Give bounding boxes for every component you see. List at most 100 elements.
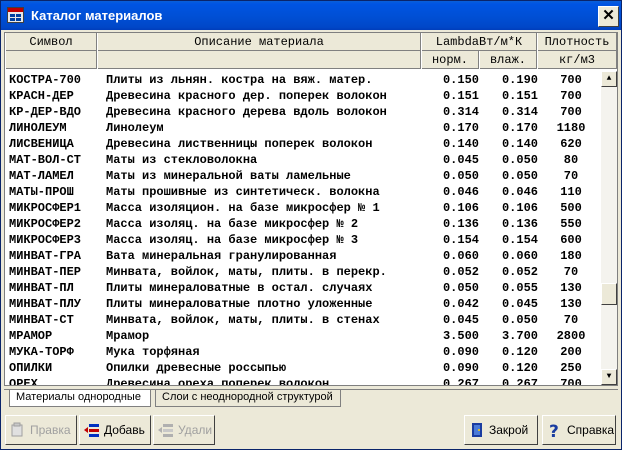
table-row[interactable]: ЛИНОЛЕУМ Линолеум 0.170 0.170 1180 xyxy=(5,120,601,136)
cell-lambda-norm: 0.140 xyxy=(442,137,479,151)
bottom-toolbar: Правка Добавь Удали Закрой ? Справка xyxy=(3,413,619,447)
table-row[interactable]: ЛИСВЕНИЦА Древесина лиственницы поперек в… xyxy=(5,136,601,152)
delete-button[interactable]: Удали xyxy=(153,415,215,445)
cell-symbol: МИНВАТ-ПЕР xyxy=(9,265,82,279)
cell-density: 700 xyxy=(560,73,582,87)
column-subheader-description xyxy=(97,51,421,69)
table-row[interactable]: МИКРОСФЕР3 Масса изоляц. на базе микросфе… xyxy=(5,232,601,248)
add-button[interactable]: Добавь xyxy=(79,415,151,445)
table-row[interactable]: МАТ-ЛАМЕЛ Маты из минеральной ваты ламель… xyxy=(5,168,601,184)
cell-lambda-wet: 0.060 xyxy=(501,249,538,263)
cell-symbol: ЛИНОЛЕУМ xyxy=(9,121,67,135)
table-row[interactable]: КОСТРА-700 Плиты из льнян. костра на вяж.… xyxy=(5,72,601,88)
cell-lambda-norm: 0.150 xyxy=(442,73,479,87)
column-subheader-wet: влаж. xyxy=(479,51,537,69)
cell-symbol: ОПИЛКИ xyxy=(9,361,53,375)
cell-density: 70 xyxy=(563,169,579,183)
cell-lambda-norm: 0.154 xyxy=(442,233,479,247)
column-subheader-density-unit: кг/м3 xyxy=(537,51,617,69)
scroll-thumb[interactable] xyxy=(601,283,617,305)
cell-lambda-wet: 0.120 xyxy=(501,361,538,375)
cell-density: 130 xyxy=(560,297,582,311)
cell-lambda-norm: 0.151 xyxy=(442,89,479,103)
cell-symbol: КОСТРА-700 xyxy=(9,73,82,87)
cell-lambda-wet: 0.136 xyxy=(501,217,538,231)
column-subheader-norm: норм. xyxy=(421,51,479,69)
help-icon: ? xyxy=(549,422,559,438)
cell-density: 620 xyxy=(560,137,582,151)
scroll-down-button[interactable]: ▼ xyxy=(601,369,617,385)
table-row[interactable]: КР-ДЕР-ВДО Древесина красного дерева вдол… xyxy=(5,104,601,120)
cell-symbol: МИКРОСФЕР1 xyxy=(9,201,82,215)
cell-description: Плиты минераловатные в остал. случаях xyxy=(106,281,373,295)
cell-lambda-norm: 0.045 xyxy=(442,153,479,167)
table-row[interactable]: МИНВАТ-ПЛУ Плиты минераловатные плотно ул… xyxy=(5,296,601,312)
cell-symbol: МИКРОСФЕР2 xyxy=(9,217,82,231)
table-row[interactable]: МИКРОСФЕР2 Масса изоляц. на базе микросфе… xyxy=(5,216,601,232)
cell-lambda-wet: 0.106 xyxy=(501,201,538,215)
column-subheader-symbol xyxy=(5,51,97,69)
cell-lambda-wet: 0.120 xyxy=(501,345,538,359)
table-row[interactable]: МУКА-ТОРФ Мука торфяная 0.090 0.120 200 xyxy=(5,344,601,360)
table-row[interactable]: КРАСН-ДЕР Древесина красного дер. поперек… xyxy=(5,88,601,104)
cell-lambda-wet: 0.140 xyxy=(501,137,538,151)
cell-density: 550 xyxy=(560,217,582,231)
cell-description: Плиты минераловатные плотно уложенные xyxy=(106,297,373,311)
cell-lambda-wet: 0.050 xyxy=(501,169,538,183)
cell-density: 700 xyxy=(560,377,582,386)
scroll-up-button[interactable]: ▲ xyxy=(601,71,617,87)
cell-symbol: МРАМОР xyxy=(9,329,53,343)
cell-lambda-norm: 0.042 xyxy=(442,297,479,311)
cell-symbol: МАТЫ-ПРОШ xyxy=(9,185,74,199)
help-button[interactable]: ? Справка xyxy=(542,415,616,445)
cell-lambda-norm: 0.060 xyxy=(442,249,479,263)
cell-density: 700 xyxy=(560,89,582,103)
delete-row-icon xyxy=(158,424,173,437)
cell-description: Масса изоляц. на базе микросфер № 2 xyxy=(106,217,359,231)
tab-heterogeneous-layers[interactable]: Слои с неоднородной структурой xyxy=(155,390,341,407)
table-row[interactable]: МИНВАТ-ПЛ Плиты минераловатные в остал. с… xyxy=(5,280,601,296)
cell-lambda-norm: 0.090 xyxy=(442,361,479,375)
cell-lambda-wet: 0.050 xyxy=(501,153,538,167)
cell-density: 1180 xyxy=(556,121,586,135)
column-header-symbol[interactable]: Символ xyxy=(5,33,97,51)
cell-lambda-norm: 3.500 xyxy=(442,329,479,343)
cell-lambda-norm: 0.090 xyxy=(442,345,479,359)
table-row[interactable]: МАТ-ВОЛ-СТ Маты из стекловолокна 0.045 0.05… xyxy=(5,152,601,168)
materials-catalog-window: Каталог материалов ✕ Символ Описание мат… xyxy=(0,0,622,450)
app-icon xyxy=(7,7,24,23)
table-row[interactable]: МИКРОСФЕР1 Масса изоляцион. на базе микро… xyxy=(5,200,601,216)
cell-description: Мрамор xyxy=(106,329,150,343)
column-header-lambda[interactable]: LambdaВт/м*К xyxy=(421,33,537,51)
cell-lambda-wet: 3.700 xyxy=(501,329,538,343)
edit-button[interactable]: Правка xyxy=(5,415,77,445)
table-row[interactable]: ОПИЛКИ Опилки древесные россыпью 0.090 0.12… xyxy=(5,360,601,376)
close-window-button[interactable]: ✕ xyxy=(598,6,619,27)
tab-homogeneous-materials[interactable]: Материалы однородные xyxy=(9,390,151,407)
table-row[interactable]: МРАМОР Мрамор 3.500 3.700 2800 xyxy=(5,328,601,344)
column-header-density[interactable]: Плотность xyxy=(537,33,617,51)
vertical-scrollbar[interactable]: ▲ ▼ xyxy=(601,71,617,385)
table-row[interactable]: МАТЫ-ПРОШ Маты прошивные из синтетическ. … xyxy=(5,184,601,200)
cell-description: Маты прошивные из синтетическ. волокна xyxy=(106,185,380,199)
cell-lambda-wet: 0.046 xyxy=(501,185,538,199)
svg-text:?: ? xyxy=(549,422,559,438)
cell-description: Маты из стекловолокна xyxy=(106,153,258,167)
edit-icon xyxy=(11,422,23,437)
table-row[interactable]: МИНВАТ-ГРА Вата минеральная гранулированн… xyxy=(5,248,601,264)
cell-density: 700 xyxy=(560,105,582,119)
title-bar[interactable]: Каталог материалов ✕ xyxy=(1,1,621,30)
table-row[interactable]: МИНВАТ-ПЕР Минвата, войлок, маты, плиты. … xyxy=(5,264,601,280)
cell-lambda-wet: 0.050 xyxy=(501,313,538,327)
help-button-label: Справка xyxy=(567,423,615,437)
cell-density: 70 xyxy=(563,313,579,327)
materials-grid[interactable]: Символ Описание материала LambdaВт/м*К П… xyxy=(4,32,618,386)
cell-lambda-wet: 0.314 xyxy=(501,105,538,119)
column-header-description[interactable]: Описание материала xyxy=(97,33,421,51)
table-row[interactable]: ОРЕХ Древесина ореха поперек волокон 0.267… xyxy=(5,376,601,386)
cell-lambda-wet: 0.055 xyxy=(501,281,538,295)
table-row[interactable]: МИНВАТ-СТ Минвата, войлок, маты, плиты. в… xyxy=(5,312,601,328)
cell-description: Минвата, войлок, маты, плиты. в перекр. xyxy=(106,265,387,279)
cell-density: 80 xyxy=(563,153,579,167)
close-button[interactable]: Закрой xyxy=(464,415,538,445)
